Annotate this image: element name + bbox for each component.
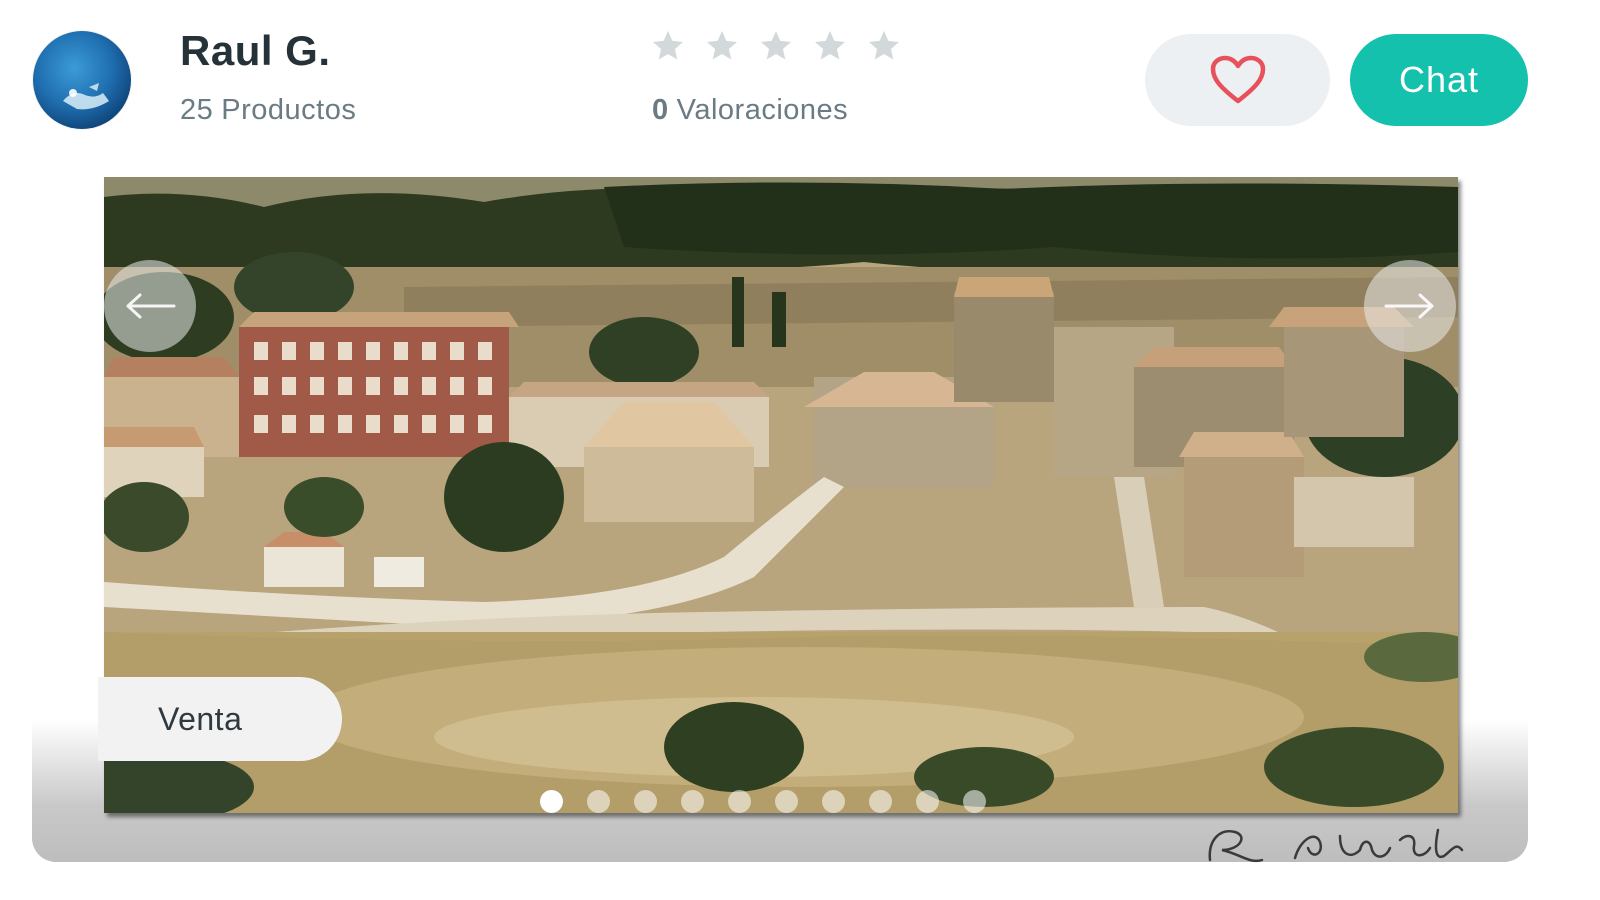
ratings-count[interactable]: 0 Valoraciones	[652, 94, 848, 127]
star-icon	[653, 31, 683, 60]
sale-type-badge: Venta	[98, 677, 342, 761]
ratings-label: Valoraciones	[676, 94, 849, 126]
carousel-dot[interactable]	[869, 790, 892, 813]
avatar[interactable]	[33, 31, 131, 129]
carousel-dot[interactable]	[634, 790, 657, 813]
carousel-dot[interactable]	[587, 790, 610, 813]
carousel-dot[interactable]	[728, 790, 751, 813]
star-icon	[815, 31, 845, 60]
product-count[interactable]: 25 Productos	[180, 94, 356, 127]
heart-icon	[1210, 55, 1265, 104]
seller-name[interactable]: Raul G.	[180, 27, 331, 75]
carousel-prev-button[interactable]	[104, 260, 196, 352]
ratings-count-number: 0	[652, 94, 669, 126]
favorite-button[interactable]	[1145, 34, 1330, 126]
rating-stars	[650, 28, 902, 68]
carousel-dot[interactable]	[681, 790, 704, 813]
carousel-dot[interactable]	[822, 790, 845, 813]
chat-button[interactable]: Chat	[1350, 34, 1528, 126]
photographer-signature	[1200, 820, 1470, 868]
carousel-dot[interactable]	[916, 790, 939, 813]
carousel-dot[interactable]	[540, 790, 563, 813]
carousel-pagination	[540, 790, 986, 813]
carousel-dot[interactable]	[775, 790, 798, 813]
star-icon	[761, 31, 791, 60]
product-count-label: Productos	[221, 94, 357, 126]
arrow-right-icon	[1384, 293, 1434, 319]
star-icon	[869, 31, 899, 60]
star-icon	[707, 31, 737, 60]
arrow-left-icon	[126, 293, 176, 319]
product-count-number: 25	[180, 94, 214, 126]
carousel-next-button[interactable]	[1364, 260, 1456, 352]
carousel-dot[interactable]	[963, 790, 986, 813]
